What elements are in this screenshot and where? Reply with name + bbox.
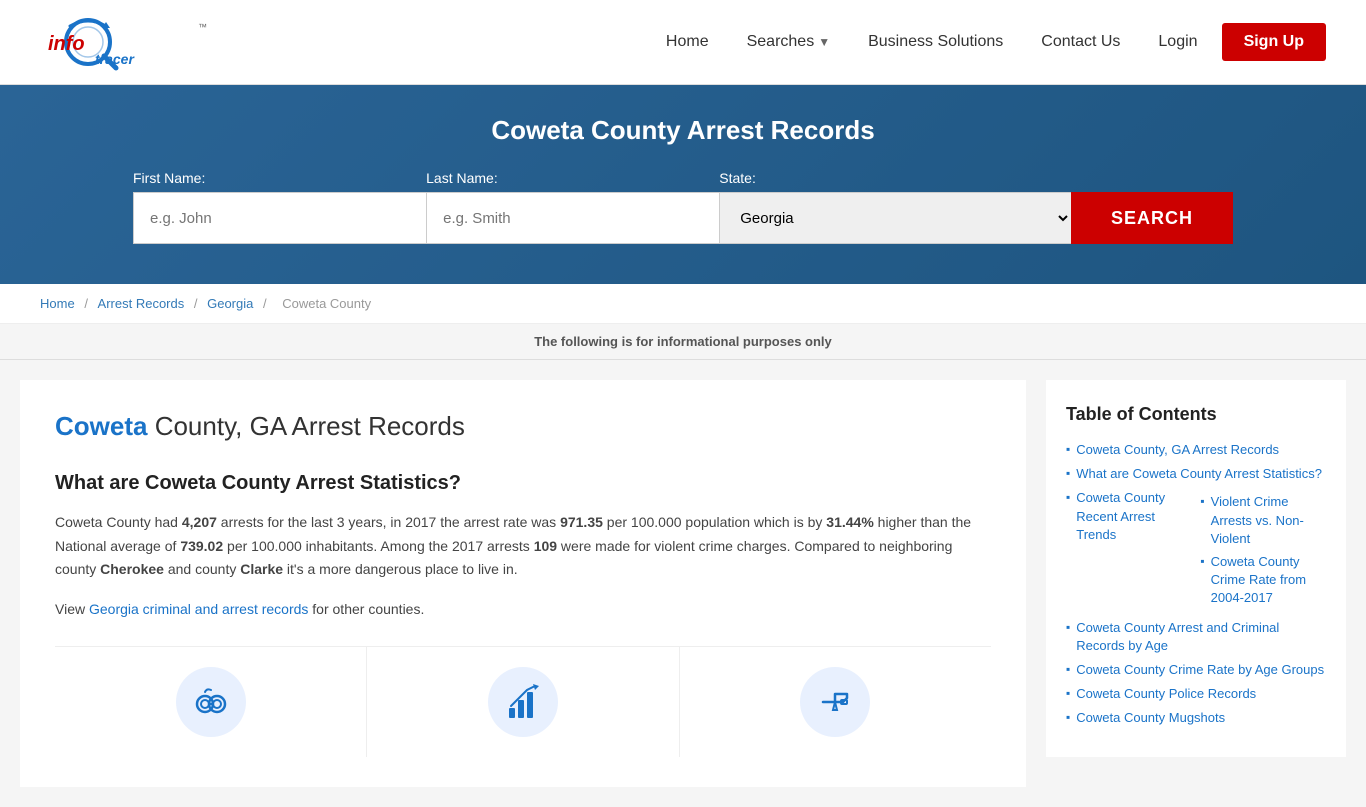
article-title: Coweta County, GA Arrest Records xyxy=(55,410,991,444)
svg-text:info: info xyxy=(48,33,85,55)
breadcrumb-georgia[interactable]: Georgia xyxy=(207,296,253,311)
breadcrumb-coweta-county: Coweta County xyxy=(282,296,371,311)
first-name-label: First Name: xyxy=(133,170,426,186)
breadcrumb-arrest-records[interactable]: Arrest Records xyxy=(98,296,185,311)
toc-link-4[interactable]: Coweta County Arrest and Criminal Record… xyxy=(1076,619,1326,655)
arrests-num: 4,207 xyxy=(182,514,217,530)
state-label: State: xyxy=(719,170,1071,186)
sidebar-toc: Table of Contents Coweta County, GA Arre… xyxy=(1046,380,1346,757)
disclaimer-text: The following is for informational purpo… xyxy=(534,334,832,349)
search-form: First Name: Last Name: State: Georgia Al… xyxy=(133,170,1233,244)
toc-link-1[interactable]: Coweta County, GA Arrest Records xyxy=(1076,441,1279,459)
icon-block-handcuffs xyxy=(55,647,367,757)
para1-end: it's a more dangerous place to live in. xyxy=(283,561,518,577)
last-name-input[interactable] xyxy=(426,192,719,244)
article-title-highlight: Coweta xyxy=(55,411,147,441)
toc-subitem-3-1: Violent Crime Arrests vs. Non-Violent xyxy=(1200,493,1326,548)
chevron-down-icon: ▼ xyxy=(818,35,830,49)
disclaimer-bar: The following is for informational purpo… xyxy=(0,324,1366,360)
nav-business-solutions[interactable]: Business Solutions xyxy=(854,25,1017,59)
toc-link-5[interactable]: Coweta County Crime Rate by Age Groups xyxy=(1076,661,1324,679)
last-name-group: Last Name: xyxy=(426,170,719,244)
hero-section: Coweta County Arrest Records First Name:… xyxy=(0,85,1366,284)
county2: Clarke xyxy=(240,561,283,577)
para1-before-arrests: Coweta County had xyxy=(55,514,182,530)
national-avg: 739.02 xyxy=(180,538,223,554)
svg-text:™: ™ xyxy=(198,22,207,32)
breadcrumb-sep-3: / xyxy=(263,296,270,311)
icon-block-chart xyxy=(367,647,679,757)
article-title-rest: County, GA Arrest Records xyxy=(147,411,464,441)
toc-item-4: Coweta County Arrest and Criminal Record… xyxy=(1066,619,1326,655)
toc-item-7: Coweta County Mugshots xyxy=(1066,709,1326,727)
nav-signup-button[interactable]: Sign Up xyxy=(1222,23,1326,61)
nav-contact-us[interactable]: Contact Us xyxy=(1027,25,1134,59)
arrest-rate: 971.35 xyxy=(560,514,603,530)
toc-link-6[interactable]: Coweta County Police Records xyxy=(1076,685,1256,703)
view-line: View Georgia criminal and arrest records… xyxy=(55,598,991,622)
icons-row xyxy=(55,646,991,757)
main-content: Coweta County, GA Arrest Records What ar… xyxy=(20,380,1026,787)
last-name-label: Last Name: xyxy=(426,170,719,186)
main-nav: Home Searches ▼ Business Solutions Conta… xyxy=(652,23,1326,61)
hero-title: Coweta County Arrest Records xyxy=(40,115,1326,146)
first-name-group: First Name: xyxy=(133,170,426,244)
svg-text:tracer: tracer xyxy=(95,51,135,67)
gun-icon xyxy=(815,682,855,722)
chart-icon-circle xyxy=(488,667,558,737)
toc-sublist-3: Violent Crime Arrests vs. Non-Violent Co… xyxy=(1184,493,1326,612)
gun-icon-circle xyxy=(800,667,870,737)
header: info tracer ™ Home Searches ▼ Business S… xyxy=(0,0,1366,85)
para1-mid1: arrests for the last 3 years, in 2017 th… xyxy=(217,514,560,530)
toc-sublink-3-2[interactable]: Coweta County Crime Rate from 2004-2017 xyxy=(1211,553,1326,608)
breadcrumb-sep-2: / xyxy=(194,296,201,311)
percent: 31.44% xyxy=(826,514,873,530)
toc-item-6: Coweta County Police Records xyxy=(1066,685,1326,703)
toc-link-7[interactable]: Coweta County Mugshots xyxy=(1076,709,1225,727)
county1: Cherokee xyxy=(100,561,164,577)
toc-subitem-3-2: Coweta County Crime Rate from 2004-2017 xyxy=(1200,553,1326,608)
handcuffs-icon xyxy=(191,682,231,722)
toc-item-3: Coweta County Recent Arrest Trends Viole… xyxy=(1066,489,1326,612)
breadcrumb: Home / Arrest Records / Georgia / Coweta… xyxy=(0,284,1366,324)
georgia-records-link[interactable]: Georgia criminal and arrest records xyxy=(89,601,308,617)
nav-home[interactable]: Home xyxy=(652,25,723,59)
article-paragraph-1: Coweta County had 4,207 arrests for the … xyxy=(55,511,991,582)
chart-icon xyxy=(503,682,543,722)
section-heading-stats: What are Coweta County Arrest Statistics… xyxy=(55,472,991,495)
toc-item-1: Coweta County, GA Arrest Records xyxy=(1066,441,1326,459)
state-select[interactable]: Georgia Alabama California Florida New Y… xyxy=(719,192,1071,244)
breadcrumb-sep-1: / xyxy=(84,296,91,311)
toc-list: Coweta County, GA Arrest Records What ar… xyxy=(1066,441,1326,727)
view-line-before: View xyxy=(55,601,89,617)
toc-item-2: What are Coweta County Arrest Statistics… xyxy=(1066,465,1326,483)
breadcrumb-home[interactable]: Home xyxy=(40,296,75,311)
logo[interactable]: info tracer ™ xyxy=(40,12,230,72)
para1-mid4: per 100.000 inhabitants. Among the 2017 … xyxy=(223,538,534,554)
toc-sublink-3-1[interactable]: Violent Crime Arrests vs. Non-Violent xyxy=(1211,493,1326,548)
search-button[interactable]: SEARCH xyxy=(1071,192,1233,244)
content-wrapper: Coweta County, GA Arrest Records What ar… xyxy=(0,360,1366,807)
nav-searches[interactable]: Searches ▼ xyxy=(733,25,844,59)
toc-link-2[interactable]: What are Coweta County Arrest Statistics… xyxy=(1076,465,1322,483)
first-name-input[interactable] xyxy=(133,192,426,244)
violent-num: 109 xyxy=(534,538,557,554)
nav-login[interactable]: Login xyxy=(1144,25,1211,59)
view-line-after: for other counties. xyxy=(308,601,424,617)
handcuffs-icon-circle xyxy=(176,667,246,737)
icon-block-gun xyxy=(680,647,991,757)
para1-mid2: per 100.000 population which is by xyxy=(603,514,826,530)
state-group: State: Georgia Alabama California Florid… xyxy=(719,170,1071,244)
toc-item-5: Coweta County Crime Rate by Age Groups xyxy=(1066,661,1326,679)
para1-mid6: and county xyxy=(164,561,240,577)
toc-link-3[interactable]: Coweta County Recent Arrest Trends xyxy=(1076,489,1178,544)
toc-title: Table of Contents xyxy=(1066,404,1326,425)
